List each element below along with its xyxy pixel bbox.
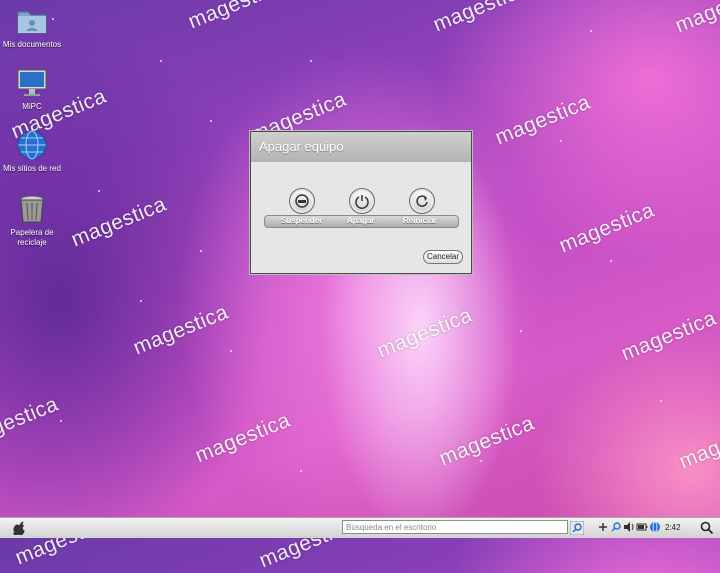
power-off-button[interactable] — [349, 188, 375, 214]
watermark: magestica — [130, 300, 232, 360]
watermark: magestica — [430, 0, 532, 37]
shutdown-dialog: Apagar equipo Suspender Apagar Reiniciar… — [250, 131, 472, 274]
watermark: magestica — [68, 192, 170, 252]
add-icon[interactable] — [597, 521, 609, 533]
volume-icon[interactable] — [623, 521, 635, 533]
watermark: magestica — [492, 90, 594, 150]
apple-menu-icon[interactable] — [13, 521, 25, 535]
watermark: magestica — [185, 0, 287, 34]
watermark: magestica — [0, 392, 62, 452]
trash-icon — [15, 192, 49, 226]
watermark: magestica — [556, 198, 658, 258]
desktop-search-input[interactable]: Búsqueda en el escritorio — [342, 520, 568, 534]
restart-button[interactable] — [409, 188, 435, 214]
battery-icon[interactable] — [636, 521, 648, 533]
desktop-icon-label: Papelera de reciclaje — [10, 228, 54, 247]
search-tray-icon[interactable] — [610, 521, 622, 533]
folder-icon — [15, 4, 49, 38]
watermark: magestica — [618, 306, 720, 366]
watermark: magestica — [374, 303, 476, 363]
desktop-icon-mis-sitios-de-red[interactable]: Mis sitios de red — [0, 128, 64, 174]
desktop-icon-label: Mis documentos — [2, 40, 62, 49]
desktop-icon-papelera[interactable]: Papelera de reciclaje — [0, 192, 64, 248]
search-button-icon[interactable] — [570, 521, 584, 535]
monitor-icon — [15, 66, 49, 100]
suspend-label: Suspender — [281, 216, 323, 225]
suspend-button[interactable] — [289, 188, 315, 214]
watermark: magestica — [192, 408, 294, 468]
dialog-title: Apagar equipo — [251, 132, 471, 162]
clock[interactable]: 2:42 — [665, 521, 681, 535]
network-icon[interactable] — [649, 521, 661, 533]
watermark: magestica — [672, 0, 720, 38]
taskbar: Búsqueda en el escritorio 2:42 — [0, 517, 720, 538]
desktop-icon-label: Mis sitios de red — [3, 164, 61, 173]
cancel-button[interactable]: Cancelar — [423, 250, 463, 264]
watermark: magestica — [436, 411, 538, 471]
suspend-icon — [295, 194, 309, 208]
desktop-icon-label: MiPC — [22, 102, 42, 111]
desktop-icon-mis-documentos[interactable]: Mis documentos — [0, 4, 64, 50]
desktop-icon-mipc[interactable]: MiPC — [0, 66, 64, 112]
power-off-label: Apagar — [347, 216, 375, 225]
watermark: magestica — [676, 414, 720, 474]
power-icon — [355, 195, 369, 209]
network-globe-icon — [15, 128, 49, 162]
restart-label: Reiniciar — [403, 216, 437, 225]
spotlight-icon[interactable] — [700, 521, 714, 535]
restart-icon — [416, 195, 428, 207]
